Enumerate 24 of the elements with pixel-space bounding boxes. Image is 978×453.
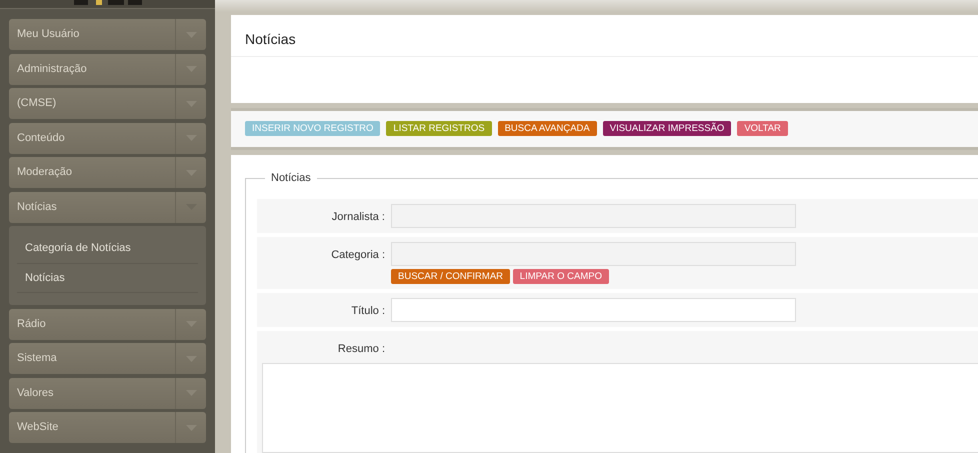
toolbar-button[interactable]: BUSCA AVANÇADA bbox=[498, 121, 597, 136]
toolbar-button[interactable]: VOLTAR bbox=[737, 121, 788, 136]
menu-item[interactable]: (CMSE) bbox=[9, 88, 206, 119]
toolbar-button[interactable]: LISTAR REGISTROS bbox=[386, 121, 492, 136]
menu-item[interactable]: Notícias bbox=[9, 192, 206, 222]
field-label: Título : bbox=[350, 304, 386, 318]
menu-item[interactable]: Conteúdo bbox=[9, 122, 206, 154]
input-field[interactable] bbox=[391, 298, 796, 322]
submenu-item[interactable]: Notícias bbox=[17, 264, 198, 293]
menu-item[interactable]: Valores bbox=[9, 378, 206, 408]
toolbar-button[interactable]: INSERIR NOVO REGISTRO bbox=[245, 121, 380, 136]
field-label: Resumo : bbox=[336, 342, 386, 356]
textarea-field[interactable] bbox=[262, 363, 978, 453]
submenu-item[interactable]: Categoria de Notícias bbox=[17, 234, 198, 264]
menu-item[interactable]: Rádio bbox=[9, 308, 206, 340]
field-label: Categoria : bbox=[330, 248, 386, 263]
page-title: Notícias bbox=[231, 15, 978, 57]
toolbar-button[interactable]: VISUALIZAR IMPRESSÃO bbox=[602, 121, 732, 136]
menu-item[interactable]: Sistema bbox=[9, 343, 206, 374]
menu-item[interactable]: WebSite bbox=[9, 412, 206, 443]
menu-item[interactable]: Administração bbox=[9, 54, 206, 84]
menu-item[interactable]: Meu Usuário bbox=[9, 19, 206, 50]
menu-item[interactable]: Moderação bbox=[9, 157, 206, 188]
field-label: Jornalista : bbox=[330, 210, 386, 225]
